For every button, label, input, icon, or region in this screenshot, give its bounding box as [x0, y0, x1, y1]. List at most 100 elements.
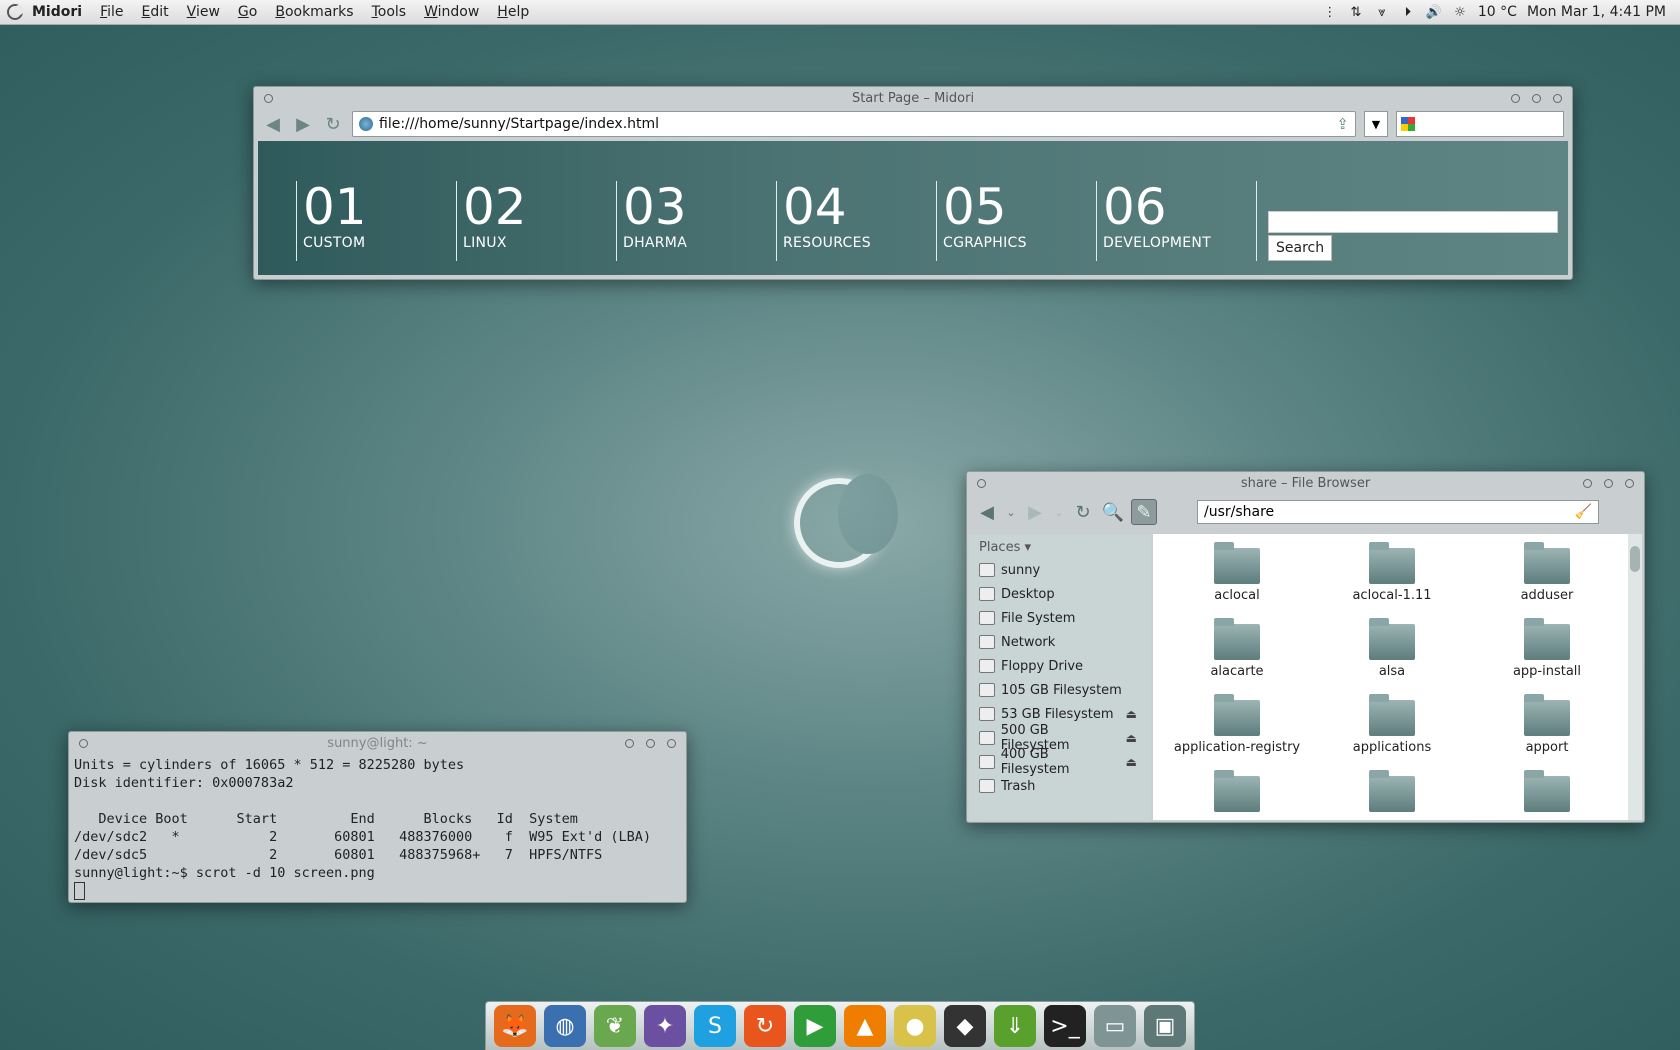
temperature[interactable]: 10 °C: [1478, 4, 1517, 20]
places-header[interactable]: Places ▾: [969, 534, 1151, 558]
forward-icon[interactable]: ▶: [292, 113, 314, 135]
place-desktop[interactable]: Desktop: [969, 582, 1151, 606]
go-icon[interactable]: ⇪: [1336, 115, 1349, 133]
menu-help[interactable]: Help: [497, 4, 529, 20]
play-icon[interactable]: ⏵: [1400, 4, 1416, 20]
scrollbar-thumb[interactable]: [1630, 546, 1640, 572]
place-floppy-drive[interactable]: Floppy Drive: [969, 654, 1151, 678]
search-icon[interactable]: 🔍: [1101, 500, 1125, 524]
menu-file[interactable]: File: [100, 4, 123, 20]
download-icon[interactable]: ⩔: [1374, 4, 1390, 20]
category-dharma[interactable]: 03 DHARMA: [616, 181, 687, 261]
back-history-chevron-icon[interactable]: ⌄: [1005, 500, 1017, 524]
place-400gb[interactable]: 400 GB Filesystem ⏏: [969, 747, 1151, 777]
network-transfer-icon[interactable]: ⇅: [1348, 4, 1364, 20]
menu-tools[interactable]: Tools: [372, 4, 407, 20]
file-label: app-install: [1512, 664, 1582, 679]
place-file-system[interactable]: File System: [969, 606, 1151, 630]
system-icon[interactable]: ▣: [1144, 1005, 1186, 1047]
file-label: alsa: [1378, 664, 1406, 679]
panda-icon[interactable]: ●: [894, 1005, 936, 1047]
file-browser-titlebar[interactable]: share – File Browser: [967, 472, 1644, 494]
browser-titlebar[interactable]: Start Page – Midori: [254, 87, 1572, 109]
file-item[interactable]: apport: [1477, 694, 1617, 755]
forward-history-chevron-icon[interactable]: ⌄: [1053, 500, 1065, 524]
vlc-icon[interactable]: ▲: [844, 1005, 886, 1047]
page-search-input[interactable]: [1268, 211, 1558, 233]
midori-icon[interactable]: ❦: [594, 1005, 636, 1047]
url-text[interactable]: file:///home/sunny/Startpage/index.html: [379, 116, 659, 132]
clock[interactable]: Mon Mar 1, 4:41 PM: [1527, 4, 1666, 20]
place-label: Floppy Drive: [1001, 658, 1084, 674]
download-manager-icon[interactable]: ⇓: [994, 1005, 1036, 1047]
file-view-scrollbar[interactable]: [1628, 534, 1642, 820]
location-text[interactable]: /usr/share: [1204, 504, 1274, 520]
back-icon[interactable]: ◀: [262, 113, 284, 135]
terminal-line: /dev/sdc5 2 60801 488375968+ 7 HPFS/NTFS: [74, 847, 603, 863]
pidgin-icon[interactable]: ✦: [644, 1005, 686, 1047]
page-search-button[interactable]: Search: [1268, 235, 1333, 261]
menu-edit[interactable]: Edit: [142, 4, 169, 20]
file-item[interactable]: aclocal: [1167, 542, 1307, 603]
terminal-line: sunny@light:~$ scrot -d 10 screen.png: [74, 865, 375, 881]
media-player-icon[interactable]: ▶: [794, 1005, 836, 1047]
location-field[interactable]: /usr/share 🧹: [1197, 500, 1599, 524]
category-development[interactable]: 06 DEVELOPMENT: [1096, 181, 1211, 261]
back-icon[interactable]: ◀: [975, 500, 999, 524]
edit-location-icon[interactable]: ✎: [1131, 499, 1157, 525]
file-item[interactable]: aclocal-1.11: [1322, 542, 1462, 603]
category-label: DEVELOPMENT: [1103, 235, 1212, 251]
terminal-icon[interactable]: >_: [1044, 1005, 1086, 1047]
place-trash[interactable]: Trash: [969, 774, 1151, 798]
eject-icon[interactable]: ⏏: [1126, 755, 1137, 769]
inkscape-icon[interactable]: ◆: [944, 1005, 986, 1047]
category-label: RESOURCES: [783, 235, 871, 251]
place-network[interactable]: Network: [969, 630, 1151, 654]
menu-window[interactable]: Window: [424, 4, 479, 20]
url-bar[interactable]: file:///home/sunny/Startpage/index.html …: [352, 111, 1356, 137]
clear-icon[interactable]: 🧹: [1575, 504, 1592, 520]
eject-icon[interactable]: ⏏: [1126, 731, 1137, 745]
menu-view[interactable]: View: [187, 4, 220, 20]
terminal-line: Disk identifier: 0x000783a2: [74, 775, 294, 791]
forward-icon[interactable]: ▶: [1023, 500, 1047, 524]
menu-go[interactable]: Go: [238, 4, 257, 20]
file-browser-title: share – File Browser: [1240, 475, 1371, 491]
skype-icon[interactable]: S: [694, 1005, 736, 1047]
file-manager-icon[interactable]: ▭: [1094, 1005, 1136, 1047]
web-search-box[interactable]: [1396, 111, 1564, 137]
volume-icon[interactable]: 🔊: [1426, 4, 1442, 20]
category-linux[interactable]: 02 LINUX: [456, 181, 527, 261]
google-icon[interactable]: [1401, 117, 1415, 131]
file-item[interactable]: [1167, 770, 1307, 816]
terminal-line: ​: [74, 792, 681, 810]
menu-bookmarks[interactable]: Bookmarks: [275, 4, 353, 20]
menu-icon[interactable]: ⋮: [1322, 4, 1338, 20]
file-item[interactable]: adduser: [1477, 542, 1617, 603]
place-105gb[interactable]: 105 GB Filesystem: [969, 678, 1151, 702]
url-dropdown-button[interactable]: ▼: [1364, 111, 1388, 137]
file-item[interactable]: alacarte: [1167, 618, 1307, 679]
earth-icon[interactable]: ◍: [544, 1005, 586, 1047]
refresh-app-icon[interactable]: ↻: [744, 1005, 786, 1047]
eject-icon[interactable]: ⏏: [1126, 707, 1137, 721]
firefox-icon[interactable]: 🦊: [494, 1005, 536, 1047]
file-item[interactable]: application-registry: [1167, 694, 1307, 755]
file-item[interactable]: [1477, 770, 1617, 816]
place-label: 53 GB Filesystem: [1001, 706, 1114, 722]
category-custom[interactable]: 01 CUSTOM: [296, 181, 367, 261]
file-item[interactable]: [1322, 770, 1462, 816]
midori-logo-icon[interactable]: [6, 3, 24, 21]
reload-icon[interactable]: ↻: [1071, 500, 1095, 524]
terminal-titlebar[interactable]: sunny@light: ~: [69, 732, 686, 754]
file-item[interactable]: applications: [1322, 694, 1462, 755]
place-label: Desktop: [1001, 586, 1055, 602]
reload-icon[interactable]: ↻: [322, 113, 344, 135]
app-name[interactable]: Midori: [32, 4, 82, 20]
category-cgraphics[interactable]: 05 CGRAPHICS: [936, 181, 1027, 261]
terminal-output[interactable]: Units = cylinders of 16065 * 512 = 82252…: [69, 754, 686, 902]
place-sunny[interactable]: sunny: [969, 558, 1151, 582]
category-resources[interactable]: 04 RESOURCES: [776, 181, 871, 261]
file-item[interactable]: alsa: [1322, 618, 1462, 679]
file-item[interactable]: app-install: [1477, 618, 1617, 679]
